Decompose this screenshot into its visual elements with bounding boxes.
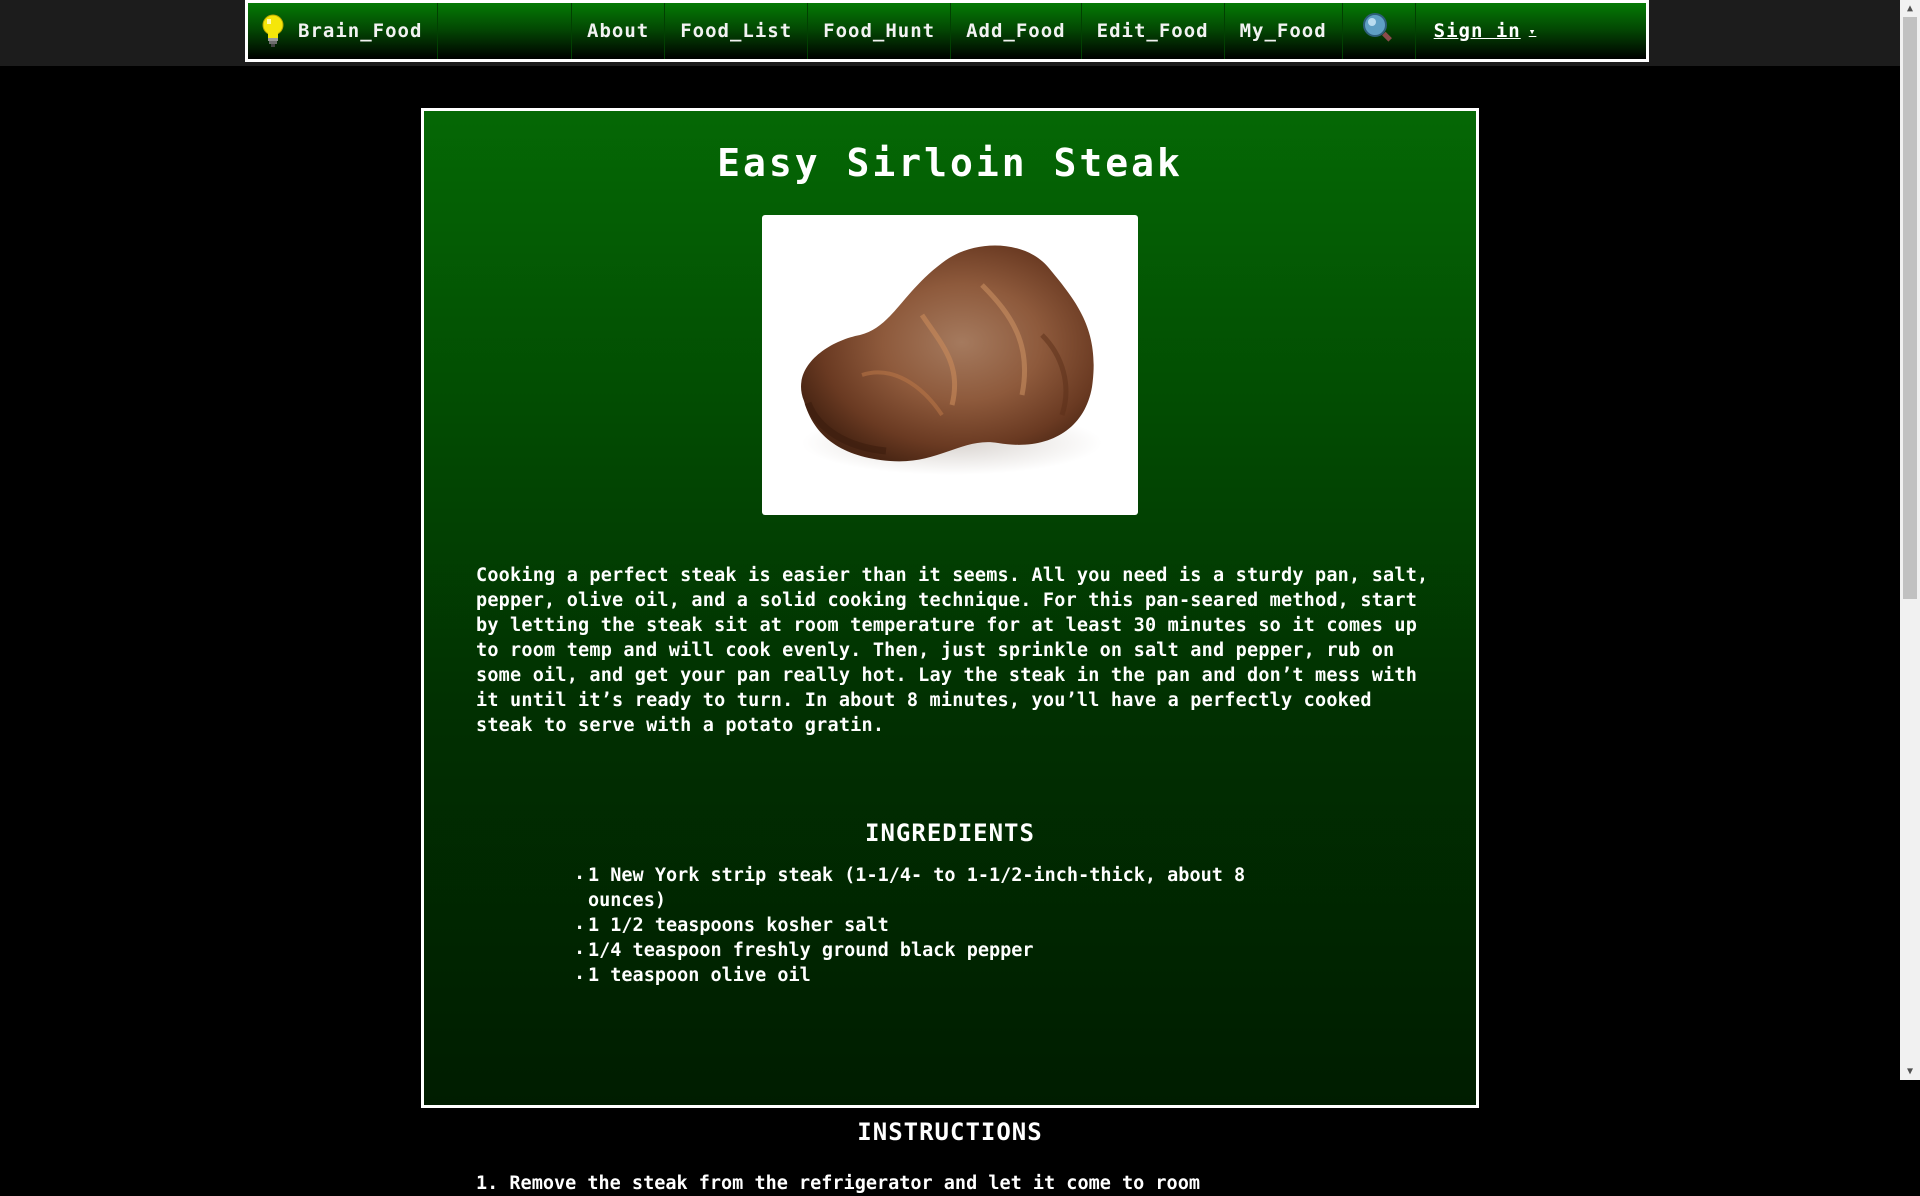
nav-item-add-food[interactable]: Add_Food xyxy=(951,3,1082,59)
nav-item-edit-food[interactable]: Edit_Food xyxy=(1082,3,1225,59)
page-scrollbar[interactable]: ▲ ▼ xyxy=(1900,0,1920,1080)
brand-link[interactable]: Brain_Food xyxy=(248,3,438,59)
sign-in-label: Sign in xyxy=(1433,20,1521,42)
ingredient-item: 1 1/2 teaspoons kosher salt xyxy=(566,911,1326,938)
scroll-down-icon[interactable]: ▼ xyxy=(1900,1063,1920,1080)
brand-label: Brain_Food xyxy=(298,20,423,42)
ingredient-item: 1 teaspoon olive oil xyxy=(566,961,1326,988)
instructions-list: 1. Remove the steak from the refrigerato… xyxy=(476,1171,1432,1196)
nav-item-my-food[interactable]: My_Food xyxy=(1225,3,1343,59)
scroll-up-icon[interactable]: ▲ xyxy=(1900,0,1920,17)
ingredients-heading: INGREDIENTS xyxy=(865,819,1035,847)
nav-item-food-hunt[interactable]: Food_Hunt xyxy=(808,3,952,59)
main-navbar: Brain_Food About Food_List Food_Hunt Add… xyxy=(245,0,1649,62)
scrollbar-thumb[interactable] xyxy=(1903,17,1917,599)
steak-photo xyxy=(762,215,1138,515)
ingredient-item: 1/4 teaspoon freshly ground black pepper xyxy=(566,936,1326,963)
recipe-card: Easy Sirloin Steak Cooking a perfect ste… xyxy=(421,108,1479,1194)
lightbulb-icon xyxy=(262,14,284,48)
nav-item-food-list[interactable]: Food_List xyxy=(665,3,809,59)
instructions-heading: INSTRUCTIONS xyxy=(857,1118,1043,1146)
instruction-item: 1. Remove the steak from the refrigerato… xyxy=(476,1173,1200,1194)
nav-spacer xyxy=(438,3,572,59)
search-icon xyxy=(1361,11,1397,51)
recipe-title: Easy Sirloin Steak xyxy=(717,141,1183,185)
nav-item-about[interactable]: About xyxy=(572,3,666,59)
recipe-description: Cooking a perfect steak is easier than i… xyxy=(476,565,1429,736)
ingredient-item: 1 New York strip steak (1-1/4- to 1-1/2-… xyxy=(566,861,1326,913)
chevron-down-icon: ▾ xyxy=(1528,24,1537,38)
ingredients-list: 1 New York strip steak (1-1/4- to 1-1/2-… xyxy=(566,861,1326,988)
search-button[interactable] xyxy=(1343,3,1416,59)
sign-in-dropdown[interactable]: Sign in ▾ xyxy=(1416,3,1555,59)
